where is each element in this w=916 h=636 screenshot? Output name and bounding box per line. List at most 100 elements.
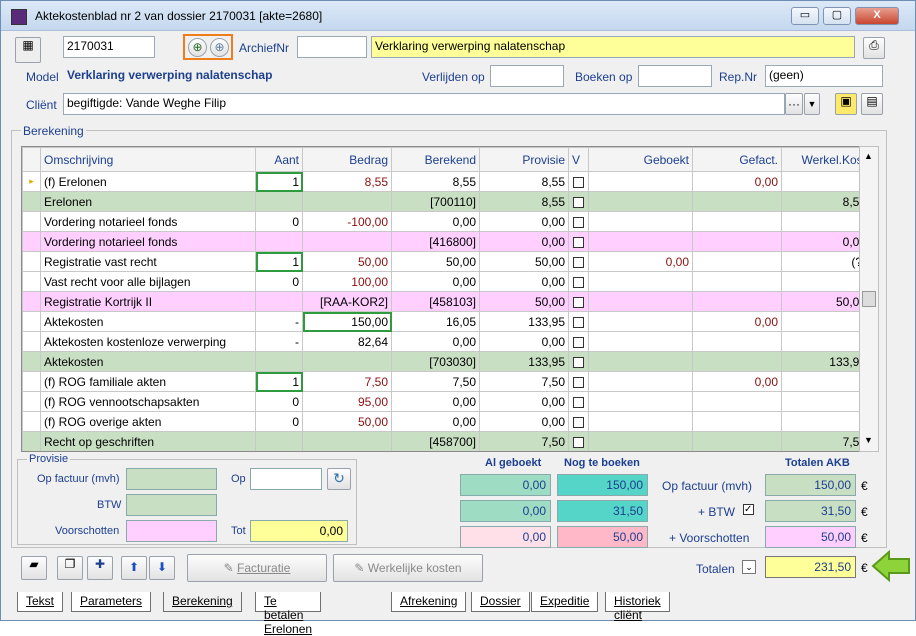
cell-provisie[interactable]: 7,50	[479, 371, 569, 392]
cell-aant[interactable]: 0	[255, 271, 303, 292]
cell-aant[interactable]: 1	[255, 171, 303, 192]
table-row[interactable]: (f) ROG familiale akten 1 7,50 7,50 7,50 0,00	[22, 371, 870, 392]
btw-checkbox[interactable]: ✓	[743, 504, 754, 515]
cell-geboekt[interactable]	[588, 291, 693, 312]
expand-icon[interactable]: ⌄	[742, 560, 756, 574]
cell-geboekt[interactable]	[588, 431, 693, 451]
table-row[interactable]: ▸ (f) Erelonen 1 8,55 8,55 8,55 0,00	[22, 171, 870, 192]
cell-omschrijving[interactable]: (f) ROG familiale akten	[40, 371, 256, 392]
cell-geboekt[interactable]	[588, 351, 693, 372]
archief-field[interactable]	[297, 36, 367, 58]
row-marker[interactable]	[22, 311, 41, 332]
cell-bedrag[interactable]: [RAA-KOR2]	[302, 291, 392, 312]
col-gefact[interactable]: Gefact.	[692, 147, 782, 172]
cell-v[interactable]	[568, 351, 589, 372]
cell-v[interactable]	[568, 291, 589, 312]
row-marker[interactable]	[22, 231, 41, 252]
cell-v[interactable]	[568, 191, 589, 212]
cell-geboekt[interactable]: 0,00	[588, 251, 693, 272]
table-row[interactable]: Aktekosten [703030] 133,95 133,95	[22, 351, 870, 372]
cell-gefact[interactable]: 0,00	[692, 371, 782, 392]
cell-v[interactable]	[568, 371, 589, 392]
cell-geboekt[interactable]	[588, 191, 693, 212]
cell-gefact[interactable]	[692, 391, 782, 412]
row-marker[interactable]	[22, 411, 41, 432]
cell-bedrag[interactable]: 82,64	[302, 331, 392, 352]
calculation-grid[interactable]: Omschrijving Aant Bedrag Berekend Provis…	[21, 146, 879, 452]
tab-te-betalen-erelonen[interactable]: Te betalen Erelonen	[255, 592, 322, 636]
table-row[interactable]: Vordering notarieel fonds 0 -100,00 0,00 0,0…	[22, 211, 870, 232]
close-button[interactable]: X	[855, 7, 899, 25]
provisie-op-factuur-field[interactable]	[126, 468, 217, 490]
cell-aant[interactable]	[255, 351, 303, 372]
cell-gefact[interactable]	[692, 251, 782, 272]
cell-werkel[interactable]: 50,00	[781, 291, 870, 312]
cell-provisie[interactable]: 133,95	[479, 351, 569, 372]
col-aant[interactable]: Aant	[255, 147, 303, 172]
cell-werkel[interactable]	[781, 371, 870, 392]
cell-bedrag[interactable]	[302, 191, 392, 212]
cell-bedrag[interactable]: 95,00	[302, 391, 392, 412]
table-row[interactable]: Recht op geschriften [458700] 7,50 7,50	[22, 431, 870, 451]
tab-expeditie[interactable]: Expeditie	[531, 592, 599, 612]
cell-gefact[interactable]: 0,00	[692, 311, 782, 332]
provisie-tot-field[interactable]: 0,00	[250, 520, 348, 542]
v-checkbox[interactable]	[573, 376, 584, 388]
row-marker[interactable]	[22, 291, 41, 312]
cell-aant[interactable]: 1	[255, 371, 303, 392]
cell-bedrag[interactable]	[302, 431, 392, 451]
cell-bedrag[interactable]: 150,00	[302, 311, 392, 332]
cell-provisie[interactable]: 8,55	[479, 191, 569, 212]
table-row[interactable]: Aktekosten -150,00 16,05 133,95 0,00	[22, 311, 870, 332]
cell-omschrijving[interactable]: Vordering notarieel fonds	[40, 211, 256, 232]
row-marker[interactable]	[22, 431, 41, 451]
cell-werkel[interactable]	[781, 211, 870, 232]
row-marker[interactable]	[22, 391, 41, 412]
cell-werkel[interactable]	[781, 331, 870, 352]
cell-omschrijving[interactable]: Vordering notarieel fonds	[40, 231, 256, 252]
cell-bedrag[interactable]: 50,00	[302, 251, 392, 272]
add-document-icon[interactable]: ✚	[87, 556, 113, 580]
calculator-icon[interactable]: ▦	[15, 37, 41, 63]
cell-v[interactable]	[568, 431, 589, 451]
next-dossier-icon[interactable]: ⊕	[210, 38, 229, 57]
cell-gefact[interactable]	[692, 411, 782, 432]
cell-bedrag[interactable]	[302, 351, 392, 372]
cell-omschrijving[interactable]: (f) Erelonen	[40, 171, 256, 192]
v-checkbox[interactable]	[573, 176, 584, 188]
col-bedrag[interactable]: Bedrag	[302, 147, 392, 172]
cell-geboekt[interactable]	[588, 331, 693, 352]
table-row[interactable]: Vordering notarieel fonds [416800] 0,00 0,0…	[22, 231, 870, 252]
cell-bedrag[interactable]	[302, 231, 392, 252]
facturatie-button[interactable]: ✎ Facturatie	[187, 554, 327, 582]
cell-provisie[interactable]: 0,00	[479, 331, 569, 352]
cell-bedrag[interactable]: 100,00	[302, 271, 392, 292]
cell-berekend[interactable]: 8,55	[391, 171, 480, 192]
scroll-thumb[interactable]	[862, 291, 876, 307]
prev-dossier-icon[interactable]: ⊕	[188, 38, 207, 57]
cell-werkel[interactable]	[781, 391, 870, 412]
cell-v[interactable]	[568, 331, 589, 352]
cell-provisie[interactable]: 0,00	[479, 271, 569, 292]
cell-omschrijving[interactable]: Aktekosten	[40, 311, 256, 332]
client-dropdown-button[interactable]: ▼	[804, 93, 820, 115]
cell-omschrijving[interactable]: Aktekosten kostenloze verwerping	[40, 331, 256, 352]
cell-provisie[interactable]: 0,00	[479, 231, 569, 252]
row-marker[interactable]: ▸	[22, 171, 41, 192]
scroll-down-arrow[interactable]: ▼	[864, 435, 873, 445]
client-notes-icon[interactable]: ▤	[861, 93, 883, 115]
cell-werkel[interactable]	[781, 411, 870, 432]
col-berekend[interactable]: Berekend	[391, 147, 480, 172]
cell-provisie[interactable]: 7,50	[479, 431, 569, 451]
v-checkbox[interactable]	[573, 196, 584, 208]
cell-berekend[interactable]: [458103]	[391, 291, 480, 312]
row-marker[interactable]	[22, 191, 41, 212]
v-checkbox[interactable]	[573, 236, 584, 248]
v-checkbox[interactable]	[573, 296, 584, 308]
cell-werkel[interactable]: 133,95	[781, 351, 870, 372]
cell-werkel[interactable]	[781, 271, 870, 292]
row-marker[interactable]	[22, 211, 41, 232]
cell-werkel[interactable]	[781, 311, 870, 332]
cell-berekend[interactable]: 0,00	[391, 331, 480, 352]
cell-omschrijving[interactable]: Registratie Kortrijk II	[40, 291, 256, 312]
